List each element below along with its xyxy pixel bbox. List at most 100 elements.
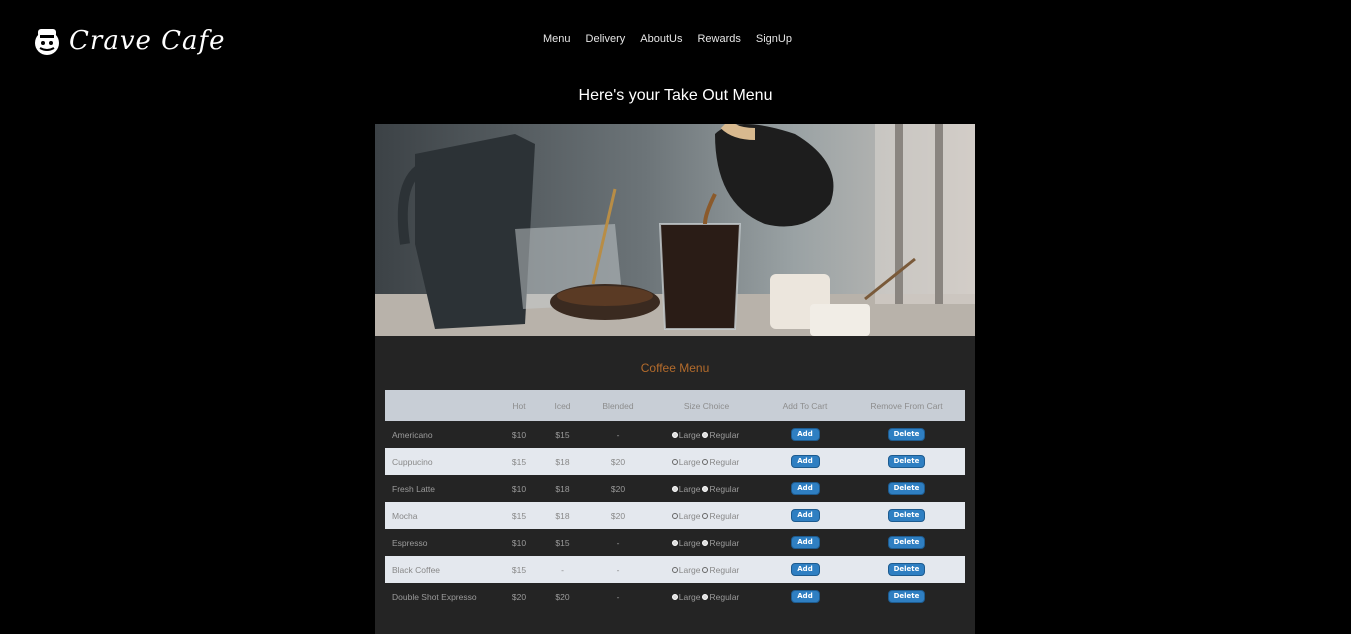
add-button[interactable]: Add (790, 563, 820, 576)
large-radio[interactable] (671, 593, 678, 600)
item-name: Mocha (385, 502, 498, 529)
large-label: Large (678, 564, 701, 575)
large-label: Large (678, 510, 701, 521)
regular-radio[interactable] (702, 485, 709, 492)
table-row: Mocha $15 $18 $20 Large Regular Add Delet… (385, 502, 965, 529)
coffee-pouring-photo (375, 124, 975, 336)
add-button[interactable]: Add (790, 428, 820, 441)
nav-rewards[interactable]: Rewards (697, 32, 740, 46)
delete-button[interactable]: Delete (888, 590, 925, 603)
add-button[interactable]: Add (790, 536, 820, 549)
large-label: Large (678, 456, 701, 467)
large-radio[interactable] (671, 566, 678, 573)
large-label: Large (678, 591, 701, 602)
delete-cell: Delete (848, 475, 965, 502)
regular-radio[interactable] (702, 566, 709, 573)
large-radio[interactable] (671, 431, 678, 438)
table-row: Americano $10 $15 - Large Regular Add Del… (385, 421, 965, 448)
table-row: Espresso $10 $15 - Large Regular Add Dele… (385, 529, 965, 556)
top-navigation: Menu Delivery AboutUs Rewards SignUp (543, 32, 807, 46)
price-blended: $20 (585, 448, 651, 475)
large-radio[interactable] (671, 458, 678, 465)
large-label: Large (678, 483, 701, 494)
size-choice: Large Regular (651, 502, 762, 529)
delete-button[interactable]: Delete (888, 536, 925, 549)
large-label: Large (678, 429, 701, 440)
regular-radio[interactable] (702, 512, 709, 519)
nav-sign-up[interactable]: SignUp (756, 32, 792, 46)
regular-radio[interactable] (702, 539, 709, 546)
regular-label: Regular (709, 591, 740, 602)
price-iced: - (540, 556, 585, 583)
delete-cell: Delete (848, 556, 965, 583)
delete-button[interactable]: Delete (888, 509, 925, 522)
header-name (385, 390, 498, 421)
size-choice: Large Regular (651, 448, 762, 475)
price-iced: $18 (540, 448, 585, 475)
regular-label: Regular (709, 537, 740, 548)
add-button[interactable]: Add (790, 509, 820, 522)
delete-button[interactable]: Delete (888, 482, 925, 495)
price-blended: - (616, 537, 620, 548)
price-blended: $20 (585, 502, 651, 529)
nav-delivery[interactable]: Delivery (586, 32, 626, 46)
regular-radio[interactable] (702, 458, 709, 465)
delete-cell: Delete (848, 448, 965, 475)
large-label: Large (678, 537, 701, 548)
menu-section-title: Coffee Menu (640, 361, 710, 375)
regular-label: Regular (709, 510, 740, 521)
price-iced: $15 (555, 537, 570, 548)
nav-about-us[interactable]: AboutUs (640, 32, 682, 46)
regular-label: Regular (709, 483, 740, 494)
add-cell: Add (762, 556, 848, 583)
table-header-row: Hot Iced Blended Size Choice Add To Cart… (385, 390, 965, 421)
coffee-menu-table: Hot Iced Blended Size Choice Add To Cart… (385, 390, 965, 610)
header-blended: Blended (585, 390, 651, 421)
add-cell: Add (762, 448, 848, 475)
add-cell: Add (762, 502, 848, 529)
large-radio[interactable] (671, 512, 678, 519)
table-row: Cuppucino $15 $18 $20 Large Regular Add D… (385, 448, 965, 475)
item-name: Americano (392, 429, 433, 440)
table-row: Double Shot Expresso $20 $20 - Large Regu… (385, 583, 965, 610)
price-blended: - (616, 429, 620, 440)
size-choice: Large Regular (651, 475, 762, 502)
price-iced: $18 (555, 483, 570, 494)
delete-cell: Delete (848, 421, 965, 448)
price-hot: $20 (511, 591, 527, 602)
add-cell: Add (762, 529, 848, 556)
nav-menu[interactable]: Menu (543, 32, 571, 46)
item-name: Black Coffee (385, 556, 498, 583)
item-name: Fresh Latte (392, 483, 435, 494)
add-button[interactable]: Add (790, 482, 820, 495)
page-title: Here's your Take Out Menu (578, 87, 773, 104)
large-radio[interactable] (671, 539, 678, 546)
price-hot: $10 (511, 483, 527, 494)
price-iced: $15 (555, 429, 570, 440)
item-name: Double Shot Expresso (392, 591, 477, 602)
regular-radio[interactable] (702, 431, 709, 438)
delete-button[interactable]: Delete (888, 455, 925, 468)
item-name: Espresso (392, 537, 428, 548)
regular-label: Regular (709, 564, 740, 575)
size-choice: Large Regular (651, 421, 762, 448)
brand-logo[interactable]: Crave Cafe (31, 26, 226, 56)
large-radio[interactable] (671, 485, 678, 492)
price-blended: - (616, 591, 620, 602)
delete-cell: Delete (848, 583, 965, 610)
header-remove-from-cart: Remove From Cart (848, 390, 965, 421)
delete-cell: Delete (848, 529, 965, 556)
price-hot: $15 (498, 448, 540, 475)
price-hot: $15 (498, 502, 540, 529)
add-button[interactable]: Add (790, 590, 820, 603)
header-hot: Hot (498, 390, 540, 421)
delete-button[interactable]: Delete (888, 563, 925, 576)
delete-button[interactable]: Delete (888, 428, 925, 441)
add-cell: Add (762, 583, 848, 610)
price-hot: $15 (498, 556, 540, 583)
regular-radio[interactable] (702, 593, 709, 600)
add-button[interactable]: Add (790, 455, 820, 468)
menu-panel: Coffee Menu Hot Iced Blended Size Choice… (375, 124, 975, 634)
regular-label: Regular (709, 429, 740, 440)
add-cell: Add (762, 421, 848, 448)
